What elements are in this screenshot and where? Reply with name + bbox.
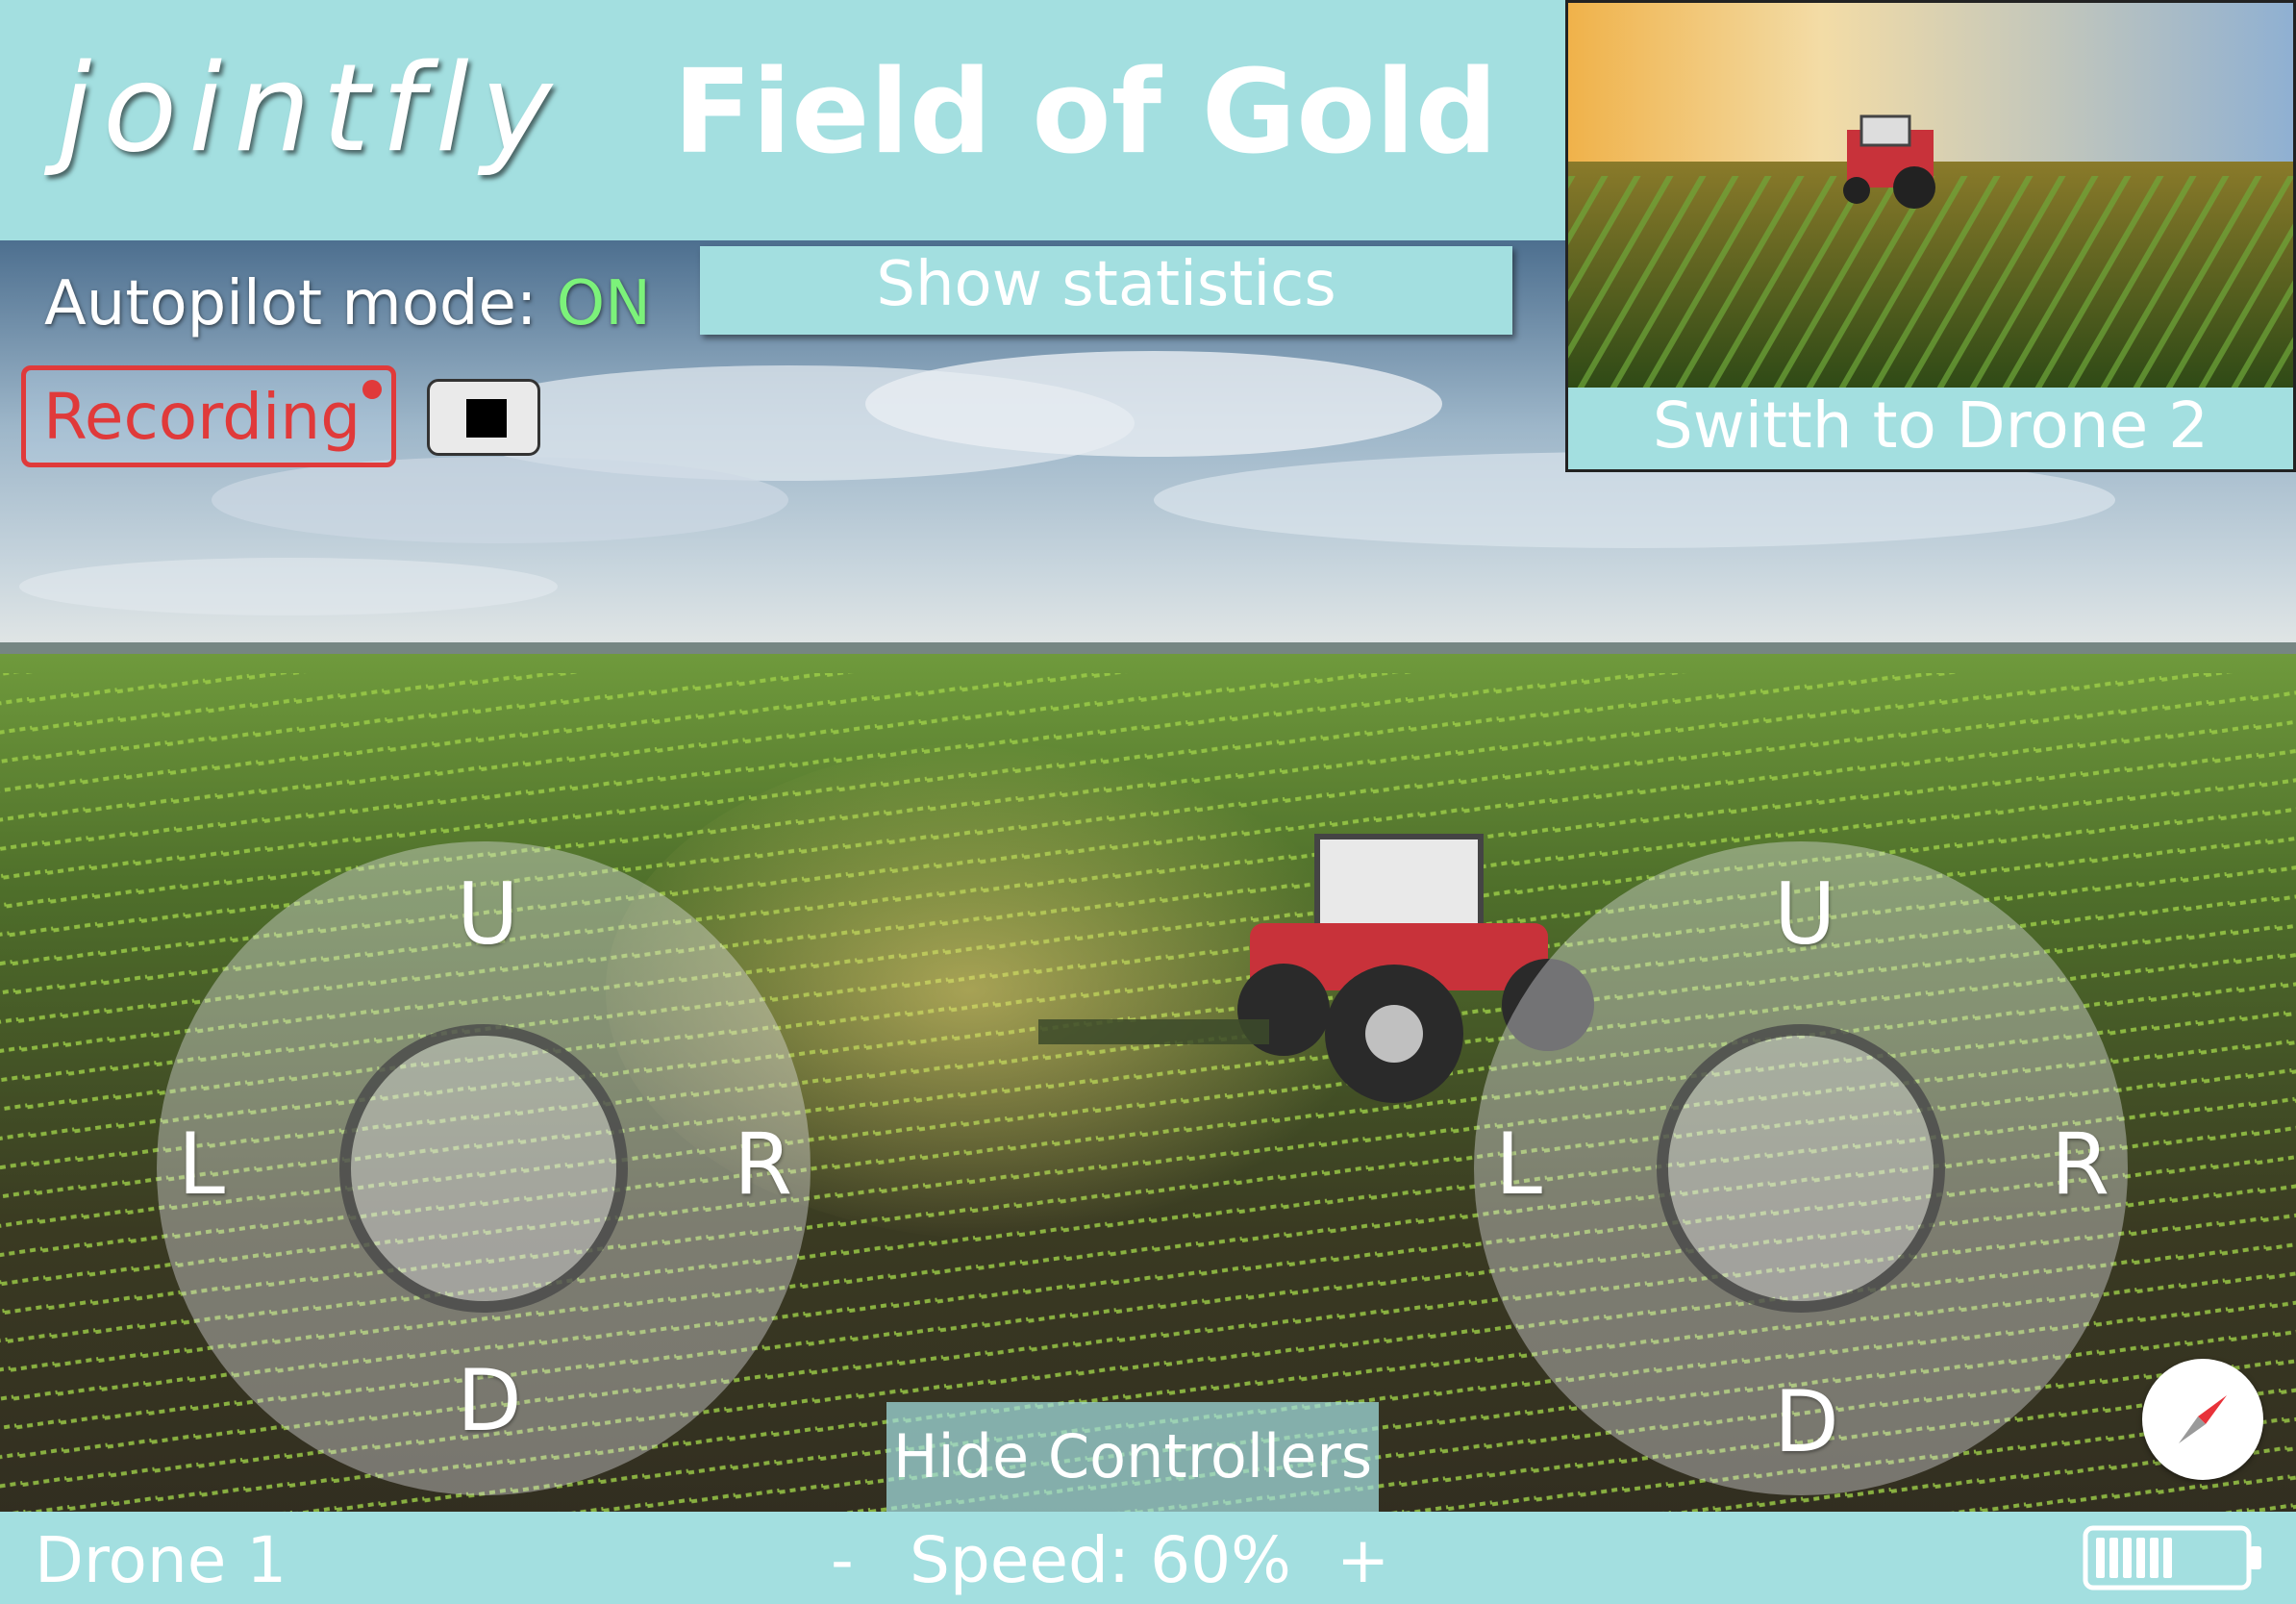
battery-cell	[2109, 1538, 2118, 1578]
battery-cells	[2096, 1538, 2172, 1578]
right-joystick-left-label: L	[1495, 1115, 1543, 1214]
left-joystick-up-label: U	[457, 865, 519, 964]
left-joystick-right-label: R	[734, 1115, 793, 1214]
speed-decrease-button[interactable]: -	[831, 1529, 854, 1592]
app-logo: jointfly	[58, 38, 564, 179]
battery-cell	[2136, 1538, 2145, 1578]
autopilot-status[interactable]: Autopilot mode: ON	[44, 273, 651, 335]
show-statistics-button[interactable]: Show statistics	[700, 246, 1512, 335]
stop-icon	[466, 399, 507, 438]
recording-dot-icon	[362, 380, 382, 399]
left-joystick-down-label: D	[457, 1351, 522, 1450]
hide-controllers-button[interactable]: Hide Controllers	[886, 1402, 1379, 1512]
battery-cell	[2150, 1538, 2159, 1578]
autopilot-state[interactable]: ON	[557, 268, 651, 339]
right-joystick-down-label: D	[1774, 1372, 1839, 1471]
battery-cell	[2096, 1538, 2105, 1578]
compass-icon	[2179, 1395, 2227, 1443]
compass-button[interactable]	[2142, 1359, 2263, 1480]
current-drone-label: Drone 1	[35, 1523, 287, 1597]
mission-title: Field of Gold	[673, 46, 1498, 180]
recording-label: Recording	[43, 380, 362, 454]
status-bar: Drone 1 - Speed: 60% +	[0, 1512, 2296, 1604]
right-joystick-up-label: U	[1774, 865, 1836, 964]
left-joystick[interactable]: U D L R	[157, 841, 811, 1495]
stop-recording-button[interactable]	[427, 379, 540, 456]
drone-2-preview[interactable]: Switth to Drone 2	[1565, 0, 2296, 472]
left-joystick-left-label: L	[178, 1115, 226, 1214]
right-joystick-right-label: R	[2051, 1115, 2110, 1214]
header-bar: jointfly Field of Gold	[0, 0, 1565, 240]
speed-readout: Speed: 60%	[910, 1523, 1291, 1597]
autopilot-label: Autopilot mode:	[44, 268, 557, 339]
battery-cell	[2123, 1538, 2132, 1578]
switch-drone-label: Switth to Drone 2	[1652, 388, 2209, 463]
battery-cell	[2163, 1538, 2172, 1578]
speed-increase-button[interactable]: +	[1336, 1529, 1389, 1592]
show-statistics-label: Show statistics	[876, 249, 1336, 320]
recording-indicator: Recording	[21, 365, 396, 467]
left-joystick-knob[interactable]	[339, 1024, 628, 1313]
drone-2-feed	[1568, 3, 2293, 388]
hide-controllers-label: Hide Controllers	[892, 1421, 1373, 1491]
battery-icon	[2083, 1525, 2261, 1591]
right-joystick[interactable]: U D L R	[1474, 841, 2128, 1495]
right-joystick-knob[interactable]	[1657, 1024, 1945, 1313]
